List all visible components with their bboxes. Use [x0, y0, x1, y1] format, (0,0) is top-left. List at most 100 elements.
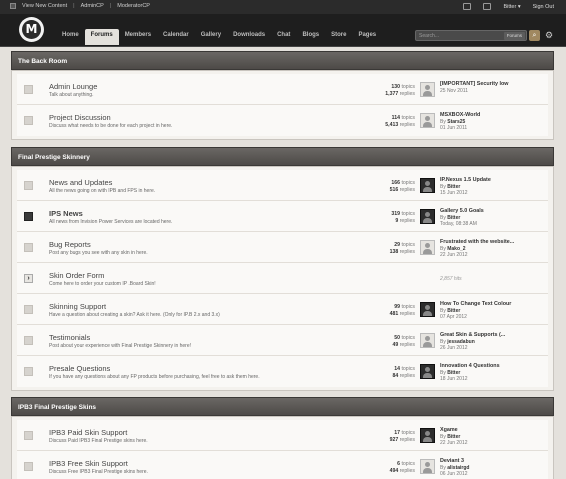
site-logo[interactable]: M [19, 17, 44, 42]
view-new-content-link[interactable]: View New Content [22, 3, 67, 9]
avatar[interactable] [420, 428, 435, 443]
last-post-author-link[interactable]: Mako_2 [447, 246, 465, 252]
sign-out-link[interactable]: Sign Out [533, 4, 554, 10]
last-post-author-link[interactable]: alistairgd [447, 465, 469, 471]
tab-blogs[interactable]: Blogs [296, 29, 325, 45]
forum-description: Discuss what needs to be done for each p… [49, 123, 173, 129]
avatar-body [423, 218, 432, 223]
tab-home[interactable]: Home [56, 29, 85, 45]
user-menu[interactable]: Bitter ▾ [503, 4, 520, 10]
forum-title-link[interactable]: IPB3 Free Skin Support [49, 459, 128, 468]
forum-status-icon[interactable] [24, 462, 33, 471]
forum-title-link[interactable]: Skin Order Form [49, 271, 104, 280]
username: Bitter [503, 3, 517, 10]
topics-label: topics [401, 366, 415, 372]
category-header[interactable]: The Back Room [11, 51, 554, 70]
topics-label: topics [401, 430, 415, 436]
forum-row: News and Updates All the news going on wi… [17, 170, 548, 201]
avatar[interactable] [420, 459, 435, 474]
last-post-date: 01 Jun 2011 [440, 125, 468, 131]
topic-count: 130 [391, 84, 400, 90]
last-post-info: Innovation 4 Questions By Bitter 18 Jun 20… [440, 363, 500, 383]
redirect-arrow-icon[interactable]: › [24, 274, 33, 283]
admincp-link[interactable]: AdminCP [81, 3, 104, 9]
tab-store[interactable]: Store [325, 29, 352, 45]
tab-pages[interactable]: Pages [352, 29, 382, 45]
forum-row: Admin Lounge Talk about anything. 130 topi… [17, 74, 548, 105]
forum-description: Talk about anything. [49, 92, 94, 98]
reply-count: 138 [389, 249, 399, 255]
by-label: By [440, 369, 446, 376]
reply-count: 49 [392, 342, 399, 348]
last-post-author-link[interactable]: Bitter [447, 434, 460, 440]
topic-count: 50 [394, 335, 400, 341]
moderatorcp-link[interactable]: ModeratorCP [117, 3, 150, 9]
profile-icon[interactable] [483, 3, 492, 10]
last-post-author-link[interactable]: Stars25 [447, 119, 465, 125]
inbox-icon[interactable] [463, 3, 472, 10]
avatar[interactable] [420, 333, 435, 348]
forum-title-link[interactable]: Presale Questions [49, 364, 110, 373]
avatar-body [423, 437, 432, 442]
avatar[interactable] [420, 302, 435, 317]
search-button[interactable]: ⌕ [529, 30, 540, 41]
replies-label: replies [399, 122, 415, 128]
search-input[interactable]: Search... Forums [415, 30, 527, 41]
forum-title-link[interactable]: Admin Lounge [49, 82, 97, 91]
forum-title-link[interactable]: Project Discussion [49, 113, 111, 122]
forum-description: Post about your experience with Final Pr… [49, 343, 192, 349]
avatar[interactable] [420, 178, 435, 193]
tab-gallery[interactable]: Gallery [195, 29, 227, 45]
forum-title-link[interactable]: IPS News [49, 209, 83, 218]
category-header[interactable]: Final Prestige Skinnery [11, 147, 554, 166]
avatar[interactable] [420, 82, 435, 97]
avatar-head [425, 305, 430, 310]
forum-title-link[interactable]: Bug Reports [49, 240, 91, 249]
reply-count: 481 [389, 311, 399, 317]
replies-label: replies [399, 218, 415, 224]
avatar-body [423, 373, 432, 378]
forum-status-icon[interactable] [24, 431, 33, 440]
forum-status-icon[interactable] [24, 367, 33, 376]
tab-chat[interactable]: Chat [271, 29, 296, 45]
forum-status-icon[interactable] [24, 116, 33, 125]
tab-forums[interactable]: Forums [84, 29, 119, 45]
tab-downloads[interactable]: Downloads [227, 29, 271, 45]
avatar[interactable] [420, 240, 435, 255]
avatar[interactable] [420, 209, 435, 224]
top-user-bar: View New Content | AdminCP | ModeratorCP… [0, 0, 566, 14]
forum-stats: 166 topics 516 replies [390, 180, 415, 194]
avatar[interactable] [420, 364, 435, 379]
last-post-date: 25 Nov 2011 [440, 87, 468, 94]
forum-stats: 17 topics 927 replies [390, 430, 415, 444]
tab-calendar[interactable]: Calendar [157, 29, 195, 45]
forum-status-icon[interactable] [24, 305, 33, 314]
last-post-author-link[interactable]: Bitter [447, 370, 460, 376]
forum-status-icon[interactable] [24, 85, 33, 94]
forum-stats: 14 topics 84 replies [392, 366, 415, 380]
last-post-date: 07 Apr 2012 [440, 314, 467, 320]
category-header[interactable]: IPB3 Final Prestige Skins [11, 397, 554, 416]
forum-status-icon[interactable] [24, 181, 33, 190]
forum-title-link[interactable]: Testimonials [49, 333, 90, 342]
tab-members[interactable]: Members [119, 29, 157, 45]
topics-label: topics [401, 84, 415, 90]
avatar-head [425, 116, 430, 121]
forum-title-link[interactable]: IPB3 Paid Skin Support [49, 428, 127, 437]
last-post-author-link[interactable]: Bitter [447, 215, 460, 221]
last-post-author-link[interactable]: jessadabun [447, 339, 475, 345]
avatar-head [425, 181, 430, 186]
last-post-author-link[interactable]: Bitter [447, 184, 460, 190]
forum-status-icon[interactable] [24, 336, 33, 345]
topic-count: 14 [394, 366, 400, 372]
last-post-author-link[interactable]: Bitter [447, 308, 460, 314]
gear-icon[interactable]: ⚙ [545, 30, 553, 41]
avatar-body [423, 249, 432, 254]
last-post-title-link[interactable]: [IMPORTANT] Security low [440, 81, 508, 88]
search-scope-dropdown[interactable]: Forums [503, 32, 525, 40]
forum-status-icon[interactable] [24, 243, 33, 252]
forum-status-icon[interactable] [24, 212, 33, 221]
forum-title-link[interactable]: Skinning Support [49, 302, 106, 311]
avatar[interactable] [420, 113, 435, 128]
forum-title-link[interactable]: News and Updates [49, 178, 112, 187]
